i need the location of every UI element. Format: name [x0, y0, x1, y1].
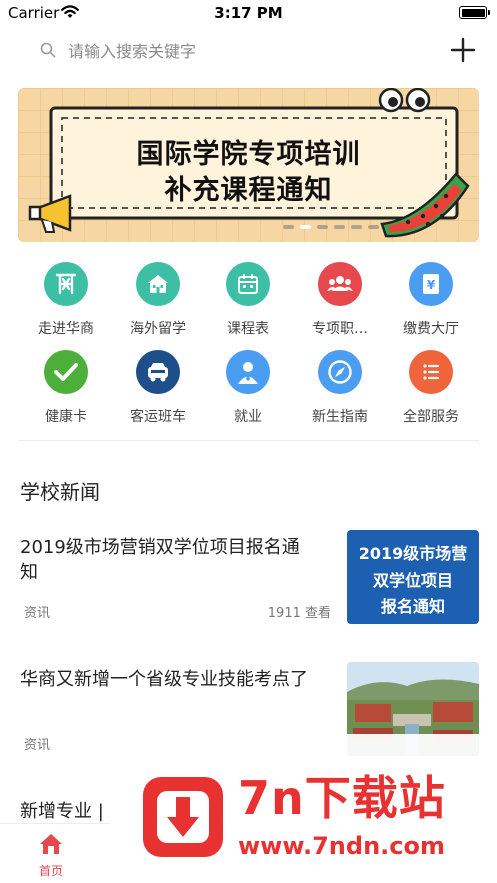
status-bar: Carrier 3:17 PM — [0, 0, 497, 26]
person-icon — [226, 350, 270, 394]
grid-item-payment[interactable]: ¥ 缴费大厅 — [383, 262, 479, 338]
grid-item-about[interactable]: 走进华商 — [18, 262, 114, 338]
search-icon — [40, 42, 56, 58]
promo-banner[interactable]: 国际学院专项培训 补充课程通知 — [18, 88, 479, 242]
thumb-text-line2: 双学位项目 — [372, 571, 453, 590]
grid-item-study-abroad[interactable]: 海外留学 — [110, 262, 206, 338]
pager-dot[interactable] — [368, 225, 379, 229]
search-input[interactable] — [68, 38, 408, 64]
news-views: 1911 查看 — [267, 606, 331, 621]
grid-label: 客运班车 — [130, 409, 186, 425]
calendar-icon — [226, 262, 270, 306]
grid-item-health-card[interactable]: 健康卡 — [18, 350, 114, 426]
payment-icon: ¥ — [409, 262, 453, 306]
grid-label: 就业 — [234, 409, 262, 425]
grid-item-all-services[interactable]: 全部服务 — [383, 350, 479, 426]
thumb-text-line3: 报名通知 — [380, 597, 445, 616]
grid-item-special-job[interactable]: 专项职… — [292, 262, 388, 338]
pager-dot[interactable] — [351, 225, 362, 229]
watermark-url: www.7ndn.com — [238, 832, 445, 860]
pager-dot[interactable] — [334, 225, 345, 229]
grid-label: 健康卡 — [45, 409, 87, 425]
news-tag: 资讯 — [24, 738, 51, 753]
news-title: 华商又新增一个省级专业技能考点了 — [20, 669, 308, 690]
news-title: 2019级市场营销双学位项目报名通知 — [20, 537, 300, 583]
pager-dot[interactable] — [283, 225, 294, 229]
watermark-overlay: 7n下载站 www.7ndn.com — [110, 734, 497, 883]
grid-label: 课程表 — [227, 321, 269, 337]
grid-item-employment[interactable]: 就业 — [200, 350, 296, 426]
home-icon — [40, 834, 62, 854]
group-icon — [318, 262, 362, 306]
compass-icon — [318, 350, 362, 394]
battery-icon — [459, 6, 490, 19]
svg-text:¥: ¥ — [427, 278, 436, 292]
grid-label: 缴费大厅 — [403, 321, 459, 337]
news-section-title: 学校新闻 — [20, 480, 100, 504]
grid-item-shuttle-bus[interactable]: 客运班车 — [110, 350, 206, 426]
download-logo-icon — [143, 777, 223, 857]
thumb-text-line1: 2019级市场营 — [358, 544, 468, 563]
list-icon — [409, 350, 453, 394]
news-tag: 资讯 — [24, 606, 51, 621]
tab-home-label: 首页 — [38, 864, 63, 878]
grid-label: 专项职… — [312, 321, 368, 337]
add-button[interactable] — [450, 37, 476, 63]
status-time: 3:17 PM — [214, 4, 283, 22]
check-icon — [44, 350, 88, 394]
watermark-title: 7n下载站 — [238, 771, 446, 825]
grid-label: 全部服务 — [403, 409, 459, 425]
banner-title-line1: 国际学院专项培训 — [136, 139, 361, 170]
grid-label: 海外留学 — [130, 321, 186, 337]
building-icon — [136, 262, 180, 306]
divider — [18, 440, 479, 441]
news-thumbnail: 2019级市场营 双学位项目 报名通知 — [347, 530, 479, 624]
tab-home[interactable]: 首页 — [26, 832, 76, 879]
grid-label: 新生指南 — [312, 409, 368, 425]
bus-icon — [136, 350, 180, 394]
pager-dot-active[interactable] — [300, 225, 311, 229]
search-bar[interactable] — [36, 38, 416, 64]
banner-pager[interactable] — [283, 225, 379, 229]
banner-title-line2: 补充课程通知 — [164, 175, 333, 206]
grid-label: 走进华商 — [38, 321, 94, 337]
grid-item-freshman-guide[interactable]: 新生指南 — [292, 350, 388, 426]
grid-item-schedule[interactable]: 课程表 — [200, 262, 296, 338]
pager-dot[interactable] — [317, 225, 328, 229]
campus-logo-icon — [44, 262, 88, 306]
